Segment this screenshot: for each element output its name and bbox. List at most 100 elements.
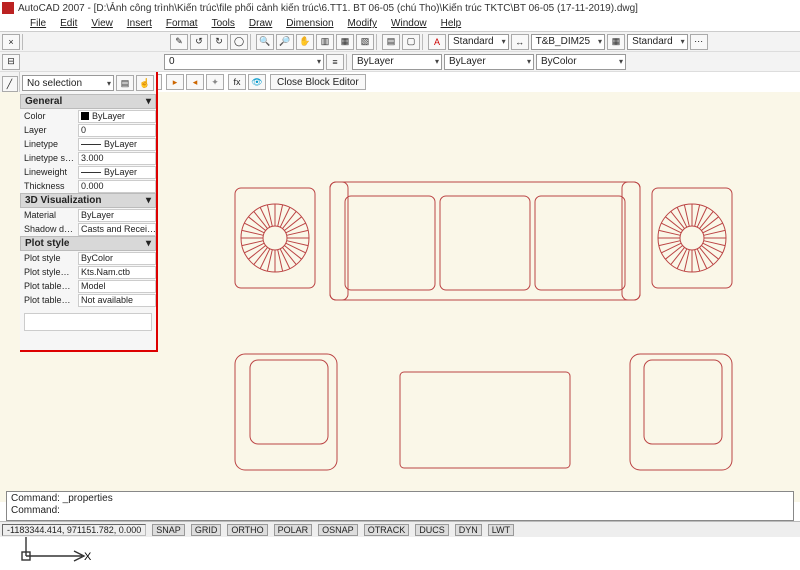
table-icon[interactable]: ▦ (607, 34, 625, 50)
zoom-icon[interactable]: 🔎 (276, 34, 294, 50)
toggle-ortho[interactable]: ORTHO (227, 524, 267, 536)
pan-icon[interactable]: ✋ (296, 34, 314, 50)
toggle-otrack[interactable]: OTRACK (364, 524, 410, 536)
menu-edit[interactable]: Edit (54, 17, 83, 30)
prop-key: Plot style… (20, 267, 78, 277)
window-title: AutoCAD 2007 - [D:\Ảnh công trình\Kiến t… (18, 3, 638, 14)
tool-icon[interactable]: ▦ (336, 34, 354, 50)
tool-icon[interactable]: ✎ (170, 34, 188, 50)
prop-key: Plot table… (20, 295, 78, 305)
section-general[interactable]: General ▾ (20, 94, 156, 109)
prop-key: Plot style (20, 253, 78, 263)
toggle-polar[interactable]: POLAR (274, 524, 313, 536)
prop-value[interactable]: ByLayer (78, 110, 156, 123)
status-coords: -1183344.414, 971151.782, 0.000 (2, 524, 146, 536)
menu-file[interactable]: File (24, 17, 52, 30)
layer-combo[interactable]: 0 (164, 54, 324, 70)
prop-value[interactable]: Model (78, 280, 156, 293)
prop-value[interactable]: 0.000 (78, 180, 156, 193)
plotcolor-combo[interactable]: ByColor (536, 54, 626, 70)
toolbar-container: × ✎ ↺ ↻ ◯ 🔍 🔎 ✋ ▥ ▦ ▧ ▤ ▢ A Standard ↔ T… (0, 32, 800, 72)
section-plot[interactable]: Plot style ▾ (20, 236, 156, 251)
prop-key: Material (20, 210, 78, 220)
menu-view[interactable]: View (85, 17, 119, 30)
toggle-snap[interactable]: SNAP (152, 524, 185, 536)
prop-value[interactable]: ByLayer (78, 209, 156, 222)
title-bar: AutoCAD 2007 - [D:\Ảnh công trình\Kiến t… (0, 0, 800, 16)
tool-icon[interactable]: ▥ (316, 34, 334, 50)
close-block-editor-button[interactable]: Close Block Editor (270, 74, 366, 90)
prop-value[interactable]: Casts and Recei… (78, 223, 156, 236)
toolbar-row-1: × ✎ ↺ ↻ ◯ 🔍 🔎 ✋ ▥ ▦ ▧ ▤ ▢ A Standard ↔ T… (0, 32, 800, 52)
main-area: ╱ ▭ ○ ◡ ⬡ A ▨ ▣ · PROPERTIES No selectio… (0, 72, 800, 502)
layer-icon[interactable]: ≡ (326, 54, 344, 70)
toolbar-row-2: ⊟ 0 ≡ ByLayer ByLayer ByColor (0, 52, 800, 72)
dim-icon[interactable]: ↔ (511, 34, 529, 50)
text-style-combo[interactable]: Standard (448, 34, 509, 50)
linetype-combo[interactable]: ByLayer (352, 54, 442, 70)
lineweight-combo[interactable]: ByLayer (444, 54, 534, 70)
toggle-grid[interactable]: GRID (191, 524, 222, 536)
prop-value[interactable]: 3.000 (78, 152, 156, 165)
app-logo-icon (2, 2, 14, 14)
collapse-icon[interactable]: ▾ (146, 96, 151, 107)
vis-icon[interactable]: 👁 (248, 74, 266, 90)
menu-window[interactable]: Window (385, 17, 433, 30)
tool-icon[interactable]: ◯ (230, 34, 248, 50)
close-panel-icon[interactable]: × (2, 34, 20, 50)
menu-dimension[interactable]: Dimension (280, 17, 339, 30)
section-plot-label: Plot style (25, 238, 69, 249)
pin-icon[interactable]: ⊟ (2, 54, 20, 70)
tool-icon[interactable]: ▤ (382, 34, 400, 50)
zoom-icon[interactable]: 🔍 (256, 34, 274, 50)
toggle-osnap[interactable]: OSNAP (318, 524, 358, 536)
status-bar: -1183344.414, 971151.782, 0.000 SNAP GRI… (0, 521, 800, 537)
pick-icon[interactable]: ☝ (136, 75, 154, 91)
tool-icon[interactable]: ▧ (356, 34, 374, 50)
action-icon[interactable]: ✦ (206, 74, 224, 90)
tool-icon[interactable]: ⋯ (690, 34, 708, 50)
param-icon[interactable]: ▸ (166, 74, 184, 90)
properties-panel: No selection ▤ ☝ General▾ ColorByLayer L… (20, 72, 158, 352)
section-3d[interactable]: 3D Visualization▾ (20, 193, 156, 208)
menu-help[interactable]: Help (435, 17, 468, 30)
tool-icon[interactable]: ▢ (402, 34, 420, 50)
selection-combo[interactable]: No selection (22, 75, 114, 91)
param-icon[interactable]: ◂ (186, 74, 204, 90)
attr-icon[interactable]: fx (228, 74, 246, 90)
prop-value[interactable]: Kts.Nam.ctb (78, 266, 156, 279)
prop-value[interactable]: ByColor (78, 252, 156, 265)
collapse-icon[interactable]: ▾ (146, 238, 151, 249)
toggle-lwt[interactable]: LWT (488, 524, 514, 536)
prop-value[interactable]: Not available (78, 294, 156, 307)
tool-icon[interactable]: ↻ (210, 34, 228, 50)
draw-line-icon[interactable]: ╱ (2, 76, 18, 92)
menu-tools[interactable]: Tools (206, 17, 241, 30)
command-window[interactable]: Command: _properties Command: (6, 491, 794, 521)
collapse-icon[interactable]: ▾ (146, 195, 151, 206)
properties-footer-input[interactable] (24, 313, 152, 331)
menu-draw[interactable]: Draw (243, 17, 278, 30)
block-editor-toolbar: 💾 ▸ ◂ ✦ fx 👁 Close Block Editor (144, 72, 366, 92)
prop-key: Color (20, 111, 78, 121)
section-general-label: General (25, 96, 62, 107)
prop-key: Lineweight (20, 167, 78, 177)
menu-bar: File Edit View Insert Format Tools Draw … (0, 16, 800, 32)
command-prompt[interactable]: Command: (11, 505, 789, 517)
quick-select-icon[interactable]: ▤ (116, 75, 134, 91)
ucs-x-label: X (84, 551, 92, 563)
toggle-dyn[interactable]: DYN (455, 524, 482, 536)
prop-key: Linetype s… (20, 153, 78, 163)
menu-format[interactable]: Format (160, 17, 204, 30)
text-icon[interactable]: A (428, 34, 446, 50)
dim-style-combo[interactable]: T&B_DIM25 (531, 34, 605, 50)
prop-value[interactable]: 0 (78, 124, 156, 137)
menu-modify[interactable]: Modify (342, 17, 383, 30)
menu-insert[interactable]: Insert (121, 17, 158, 30)
tool-icon[interactable]: ↺ (190, 34, 208, 50)
toggle-ducs[interactable]: DUCS (415, 524, 449, 536)
prop-value[interactable]: ByLayer (78, 166, 156, 179)
prop-value[interactable]: ByLayer (78, 138, 156, 151)
prop-key: Linetype (20, 139, 78, 149)
table-style-combo[interactable]: Standard (627, 34, 688, 50)
